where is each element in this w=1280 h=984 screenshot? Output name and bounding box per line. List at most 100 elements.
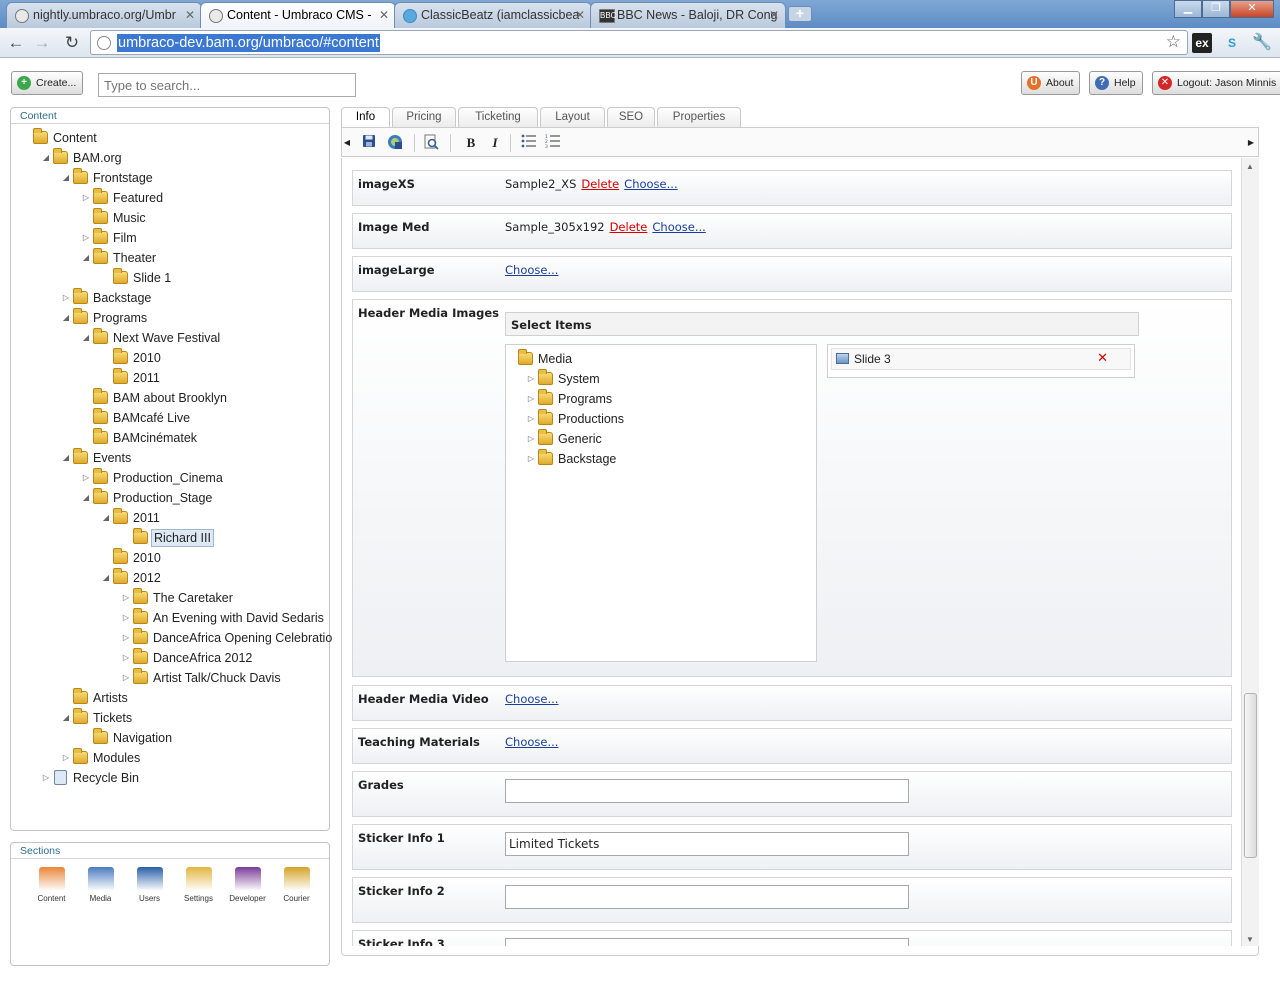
collapse-arrow-icon[interactable]: ◢ (61, 708, 71, 728)
collapse-arrow-icon[interactable]: ◢ (101, 568, 111, 588)
tab-ticketing[interactable]: Ticketing (458, 107, 538, 127)
delete-link[interactable]: Delete (581, 177, 619, 191)
wrench-icon[interactable]: 🔧 (1252, 33, 1272, 53)
section-users[interactable]: Users (125, 867, 174, 903)
expand-arrow-icon[interactable]: ▷ (526, 389, 536, 409)
close-tab-icon[interactable]: ✕ (379, 3, 389, 27)
collapse-arrow-icon[interactable]: ◢ (61, 168, 71, 188)
collapse-arrow-icon[interactable]: ◢ (101, 508, 111, 528)
extension-skype-icon[interactable]: S (1222, 33, 1242, 53)
expand-arrow-icon[interactable]: ▷ (121, 628, 131, 648)
expand-arrow-icon[interactable]: ▷ (121, 668, 131, 688)
expand-arrow-icon[interactable]: ▷ (121, 588, 131, 608)
section-settings[interactable]: Settings (174, 867, 223, 903)
expand-arrow-icon[interactable]: ▷ (526, 369, 536, 389)
collapse-arrow-icon[interactable]: ◢ (61, 308, 71, 328)
help-button[interactable]: ? Help (1089, 71, 1143, 95)
delete-link[interactable]: Delete (610, 220, 648, 234)
scrollbar-thumb[interactable] (1244, 693, 1257, 858)
browser-tab-active[interactable]: Content - Umbraco CMS - ✕ (200, 2, 396, 29)
choose-link[interactable]: Choose... (652, 220, 705, 234)
expand-arrow-icon[interactable]: ▷ (121, 648, 131, 668)
tab-properties[interactable]: Properties (657, 107, 741, 127)
new-tab-button[interactable]: + (788, 6, 812, 22)
forward-icon[interactable]: → (30, 32, 54, 54)
expand-arrow-icon[interactable]: ▷ (121, 608, 131, 628)
extension-ex-icon[interactable]: ex (1192, 33, 1212, 53)
tree-node-label: BAM about Brooklyn (113, 391, 227, 405)
folder-icon (133, 648, 148, 664)
editor-scrollbar[interactable]: ▲ ▼ (1241, 158, 1259, 946)
tab-layout[interactable]: Layout (540, 107, 605, 127)
expand-arrow-icon[interactable]: ▷ (526, 449, 536, 469)
expand-arrow-icon[interactable]: ▷ (526, 429, 536, 449)
toolbar-scroll-right-icon[interactable]: ▶ (1246, 134, 1256, 152)
maximize-icon[interactable]: ❐ (1202, 0, 1230, 18)
expand-arrow-icon[interactable]: ▷ (81, 468, 91, 488)
sticker-info-2-input[interactable] (505, 885, 909, 909)
sticker-info-3-input[interactable] (505, 938, 909, 946)
field-header-media-images: Header Media Images Select Items Media ▷… (352, 299, 1232, 677)
about-button-label: About (1046, 77, 1074, 89)
toolbar-scroll-left-icon[interactable]: ◀ (342, 134, 352, 152)
close-window-icon[interactable]: ✕ (1230, 0, 1274, 18)
logout-button[interactable]: ✕ Logout: Jason Minnis (1152, 71, 1280, 95)
tree-node-label: Programs (558, 392, 613, 406)
choose-link[interactable]: Choose... (505, 735, 558, 749)
choose-link[interactable]: Choose... (505, 263, 558, 277)
tab-pricing[interactable]: Pricing (392, 107, 456, 127)
save-and-publish-icon[interactable] (386, 134, 404, 152)
expand-arrow-icon[interactable]: ▷ (41, 768, 51, 788)
section-developer[interactable]: Developer (223, 867, 272, 903)
preview-icon[interactable] (422, 134, 440, 152)
sticker-info-1-input[interactable]: Limited Tickets (505, 832, 909, 856)
expand-arrow-icon[interactable]: ▷ (61, 288, 71, 308)
section-content[interactable]: Content (27, 867, 76, 903)
tree-node-label: 2011 (133, 511, 160, 525)
tree-node-label: Recycle Bin (73, 771, 139, 785)
grades-input[interactable] (505, 779, 909, 803)
reload-icon[interactable]: ↻ (60, 32, 84, 54)
collapse-arrow-icon[interactable]: ◢ (81, 328, 91, 348)
browser-tab[interactable]: BBC BBC News - Baloji, DR Cong ✕ (590, 2, 786, 28)
browser-tab[interactable]: nightly.umbraco.org/Umbr ✕ (6, 2, 202, 28)
expand-arrow-icon[interactable]: ▷ (81, 188, 91, 208)
bold-button[interactable]: B (462, 134, 480, 152)
collapse-arrow-icon[interactable]: ◢ (81, 248, 91, 268)
choose-link[interactable]: Choose... (505, 692, 558, 706)
section-courier[interactable]: Courier (272, 867, 321, 903)
create-button[interactable]: + Create... (11, 71, 84, 95)
back-icon[interactable]: ← (4, 32, 28, 54)
tab-info[interactable]: Info (341, 107, 390, 128)
close-tab-icon[interactable]: ✕ (769, 3, 779, 27)
bullet-list-icon[interactable] (520, 134, 538, 152)
choose-link[interactable]: Choose... (624, 177, 677, 191)
expand-arrow-icon[interactable]: ▷ (81, 228, 91, 248)
address-url[interactable]: umbraco-dev.bam.org/umbraco/#content (117, 34, 380, 52)
scroll-down-icon[interactable]: ▼ (1246, 935, 1254, 944)
selected-media-item[interactable]: Slide 3 ✕ (831, 348, 1131, 370)
address-bar[interactable]: umbraco-dev.bam.org/umbraco/#content ☆ (90, 30, 1188, 55)
collapse-arrow-icon[interactable]: ◢ (61, 448, 71, 468)
close-tab-icon[interactable]: ✕ (185, 3, 195, 27)
numbered-list-icon[interactable]: 123 (544, 134, 562, 152)
expand-arrow-icon[interactable]: ▷ (61, 748, 71, 768)
bookmark-star-icon[interactable]: ☆ (1166, 32, 1181, 52)
collapse-arrow-icon[interactable]: ◢ (81, 488, 91, 508)
scroll-up-icon[interactable]: ▲ (1246, 162, 1254, 171)
about-button[interactable]: U About (1021, 71, 1081, 95)
italic-button[interactable]: I (486, 134, 504, 152)
search-input[interactable] (98, 73, 356, 97)
save-icon[interactable] (360, 134, 378, 152)
minimize-icon[interactable]: ▁ (1174, 0, 1202, 18)
close-tab-icon[interactable]: ✕ (575, 3, 585, 27)
collapse-arrow-icon[interactable]: ◢ (41, 148, 51, 168)
expand-arrow-icon[interactable]: ▷ (526, 409, 536, 429)
folder-icon (538, 369, 553, 385)
tab-seo[interactable]: SEO (607, 107, 655, 127)
tree-node-label: 2012 (133, 571, 161, 585)
remove-item-icon[interactable]: ✕ (1097, 348, 1108, 368)
section-media[interactable]: Media (76, 867, 125, 903)
browser-tab[interactable]: ClassicBeatz (iamclassicbea ✕ (394, 2, 592, 28)
courier-icon (283, 867, 310, 891)
